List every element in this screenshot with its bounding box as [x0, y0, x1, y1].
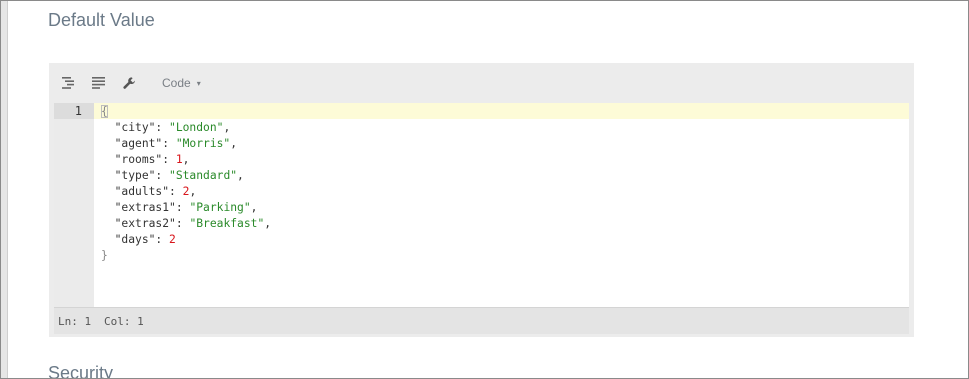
open-brace: {: [101, 105, 108, 118]
json-code[interactable]: { "city": "London", "agent": "Morris", "…: [101, 104, 271, 264]
code-editor[interactable]: 1 { "city": "London", "agent": "Morris",…: [54, 103, 909, 307]
code-line: "agent": "Morris",: [114, 137, 238, 150]
json-comma: ,: [182, 153, 190, 166]
json-key: "extras2": [114, 217, 176, 230]
mode-dropdown[interactable]: Code ▾: [162, 76, 201, 90]
page-frame: Default Value Code ▾ 1 {"city": "London…: [0, 0, 969, 379]
code-line: "city": "London",: [114, 121, 231, 134]
json-value: "Parking": [189, 201, 251, 214]
json-value: 2: [169, 233, 176, 246]
json-comma: ,: [237, 169, 244, 182]
code-line: "days": 2: [114, 233, 176, 246]
section-title-security: Security: [48, 363, 114, 379]
json-value: "London": [169, 121, 224, 134]
cursor-line: Ln: 1: [58, 315, 92, 328]
code-line: "extras1": "Parking",: [114, 201, 258, 214]
json-key: "city": [114, 121, 156, 134]
wrench-icon[interactable]: [121, 75, 137, 91]
json-key: "adults": [114, 185, 170, 198]
json-value: "Morris": [175, 137, 231, 150]
editor-statusbar: Ln: 1 Col: 1: [54, 307, 909, 334]
section-title-default-value: Default Value: [48, 10, 155, 30]
left-scroll-strip: [1, 1, 8, 378]
json-comma: ,: [189, 185, 197, 198]
json-value: 1: [175, 153, 183, 166]
json-key: "type": [114, 169, 156, 182]
format-indent-icon[interactable]: [61, 75, 77, 91]
json-comma: ,: [264, 217, 272, 230]
line-number: 1: [74, 104, 82, 118]
mode-label: Code: [162, 76, 191, 90]
code-line: "adults": 2,: [114, 185, 197, 198]
chevron-down-icon: ▾: [196, 78, 201, 88]
json-key: "rooms": [114, 153, 163, 166]
json-key: "agent": [114, 137, 163, 150]
close-brace: }: [101, 249, 108, 262]
json-comma: ,: [250, 201, 258, 214]
code-line: "extras2": "Breakfast",: [114, 217, 272, 230]
json-comma: ,: [223, 121, 231, 134]
json-comma: ,: [230, 137, 238, 150]
editor-toolbar: Code ▾: [49, 63, 914, 103]
compact-lines-icon[interactable]: [90, 75, 106, 91]
json-value: "Breakfast": [189, 217, 265, 230]
code-line: "type": "Standard",: [114, 169, 244, 182]
json-key: "extras1": [114, 201, 176, 214]
json-editor-panel: Code ▾ 1 { "city": "London", "agent": "M…: [49, 63, 914, 337]
cursor-column: Col: 1: [104, 315, 144, 328]
json-value: "Standard": [169, 169, 238, 182]
line-gutter: 1: [54, 103, 94, 307]
json-key: "days": [114, 233, 156, 246]
code-line: "rooms": 1,: [114, 153, 190, 166]
